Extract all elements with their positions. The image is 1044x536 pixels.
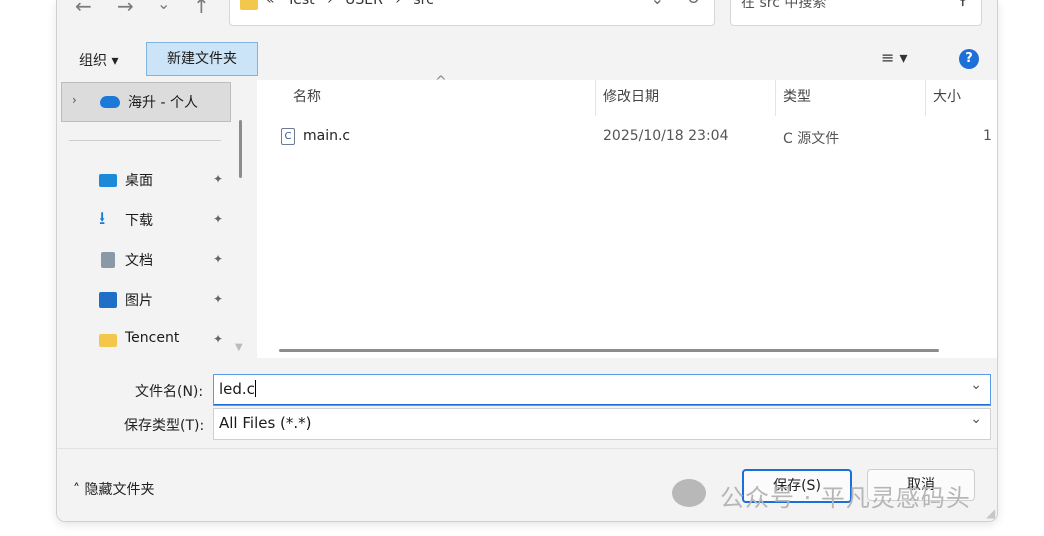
forward-arrow-icon[interactable]: → xyxy=(117,0,134,18)
desktop-icon xyxy=(99,174,117,187)
column-divider[interactable] xyxy=(925,80,926,116)
file-list: ^ 名称 修改日期 类型 大小 C main.c 2025/10/18 23:0… xyxy=(257,74,997,358)
breadcrumb-user[interactable]: USER xyxy=(345,0,383,8)
hide-folders-button[interactable]: ˄ 隐藏文件夹 xyxy=(73,479,154,499)
download-icon: ⭳ xyxy=(99,208,106,229)
pin-icon: ✦ xyxy=(213,332,224,346)
recent-locations-chevron-icon[interactable]: ⌄ xyxy=(157,0,170,13)
resize-grip-icon[interactable]: ◢ xyxy=(986,506,995,520)
onedrive-cloud-icon xyxy=(100,96,120,108)
pin-icon: ✦ xyxy=(213,292,224,306)
documents-icon xyxy=(101,252,115,268)
sidebar-item-downloads[interactable]: ⭳ 下载 ✦ xyxy=(99,208,229,232)
sidebar-item-label: Tencent xyxy=(125,330,180,346)
sort-ascending-icon: ^ xyxy=(435,74,447,90)
chevron-down-icon[interactable]: ⌄ xyxy=(651,0,664,8)
chevron-right-icon[interactable]: › xyxy=(72,93,77,107)
search-placeholder: 在 src 中搜索 xyxy=(741,0,827,11)
file-size: 1 xyxy=(983,128,992,144)
new-folder-button[interactable]: 新建文件夹 xyxy=(146,42,258,76)
folder-icon xyxy=(99,334,117,347)
pin-icon: ✦ xyxy=(213,212,224,226)
file-type: C 源文件 xyxy=(783,131,840,147)
column-header-name[interactable]: 名称 xyxy=(293,86,321,106)
column-divider[interactable] xyxy=(775,80,776,116)
breadcrumb: « Test › USER › src xyxy=(266,0,442,8)
sidebar-item-label: 文档 xyxy=(125,253,153,269)
sidebar-item-label: 下载 xyxy=(125,213,153,229)
sidebar-scrollbar[interactable] xyxy=(239,120,242,178)
column-header-type[interactable]: 类型 xyxy=(783,86,811,106)
search-icon[interactable]: ⚲ xyxy=(957,0,969,9)
navigation-bar: ← → ⌄ ↑ « Test › USER › src ⌄ ↻ 在 src 中搜… xyxy=(57,0,997,38)
chevron-down-icon[interactable]: ⌄ xyxy=(970,411,982,427)
navigation-pane: › 海升 - 个人 桌面 ✦ ⭳ 下载 ✦ 文档 ✦ 图片 ✦ Tencent xyxy=(57,80,255,358)
search-input[interactable]: 在 src 中搜索 ⚲ xyxy=(730,0,982,26)
back-arrow-icon[interactable]: ← xyxy=(75,0,92,18)
sidebar-item-label: 桌面 xyxy=(125,173,153,189)
breadcrumb-separator[interactable]: › xyxy=(395,0,401,8)
sidebar-item-label: 图片 xyxy=(125,293,153,309)
c-source-file-icon: C xyxy=(281,128,295,145)
column-header-modified[interactable]: 修改日期 xyxy=(603,86,659,106)
organize-menu-button[interactable]: 组织 ▾ xyxy=(79,50,118,70)
file-modified-date: 2025/10/18 23:04 xyxy=(603,128,729,144)
chevron-down-icon[interactable]: ⌄ xyxy=(970,377,982,393)
breadcrumb-test[interactable]: Test xyxy=(287,0,315,8)
pictures-icon xyxy=(99,292,117,308)
file-list-horizontal-scrollbar[interactable] xyxy=(279,349,939,352)
scroll-down-icon[interactable]: ▼ xyxy=(235,342,243,353)
watermark: 公众号 · 平凡灵感码头 xyxy=(672,476,1022,512)
sidebar-item-documents[interactable]: 文档 ✦ xyxy=(99,248,229,272)
column-divider[interactable] xyxy=(595,80,596,116)
filename-value: led.c xyxy=(219,380,256,398)
sidebar-divider xyxy=(69,140,221,141)
column-header-size[interactable]: 大小 xyxy=(933,86,961,106)
save-file-dialog: ← → ⌄ ↑ « Test › USER › src ⌄ ↻ 在 src 中搜… xyxy=(57,0,997,521)
pin-icon: ✦ xyxy=(213,252,224,266)
sidebar-item-tencent[interactable]: Tencent ✦ xyxy=(99,328,229,352)
sidebar-item-desktop[interactable]: 桌面 ✦ xyxy=(99,168,229,192)
breadcrumb-src[interactable]: src xyxy=(413,0,433,8)
up-arrow-icon[interactable]: ↑ xyxy=(193,0,210,18)
breadcrumb-overflow[interactable]: « xyxy=(266,0,275,8)
filename-label: 文件名(N): xyxy=(135,384,204,400)
filename-input[interactable]: led.c ⌄ xyxy=(213,374,991,406)
wechat-icon xyxy=(672,479,706,507)
table-row[interactable]: C main.c 2025/10/18 23:04 C 源文件 1 xyxy=(257,124,997,150)
filetype-select[interactable]: All Files (*.*) ⌄ xyxy=(213,408,991,440)
view-options-icon[interactable]: ≡ ▾ xyxy=(881,48,908,67)
filetype-label: 保存类型(T): xyxy=(124,418,205,434)
help-icon[interactable]: ? xyxy=(959,49,979,69)
pin-icon: ✦ xyxy=(213,172,224,186)
refresh-icon[interactable]: ↻ xyxy=(687,0,700,8)
breadcrumb-separator[interactable]: › xyxy=(327,0,333,8)
sidebar-item-onedrive[interactable]: › 海升 - 个人 xyxy=(61,82,231,122)
sidebar-item-label: 海升 - 个人 xyxy=(128,95,198,111)
address-bar[interactable]: « Test › USER › src ⌄ ↻ xyxy=(229,0,715,26)
toolbar: 组织 ▾ 新建文件夹 ≡ ▾ ? xyxy=(57,40,997,80)
folder-icon xyxy=(240,0,258,10)
file-name: main.c xyxy=(303,128,351,144)
sidebar-item-pictures[interactable]: 图片 ✦ xyxy=(99,288,229,312)
watermark-text: 公众号 · 平凡灵感码头 xyxy=(720,484,971,512)
filetype-value: All Files (*.*) xyxy=(219,414,312,432)
